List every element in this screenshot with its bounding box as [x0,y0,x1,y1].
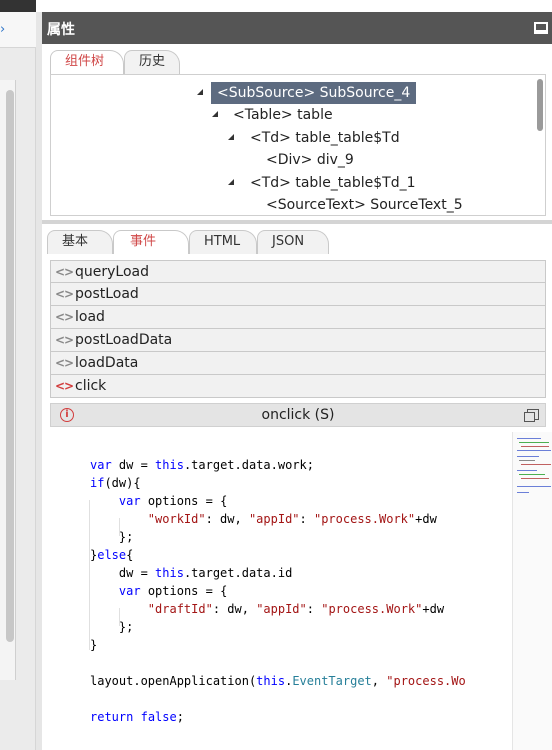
event-row-queryload[interactable]: <> queryLoad [50,260,546,283]
top-strip [0,0,36,12]
tab-html[interactable]: HTML [189,230,257,254]
event-list: <> queryLoad <> postLoad <> load <> post… [50,260,546,398]
event-label: load [75,309,105,325]
minimize-icon[interactable] [534,22,548,34]
minimap-line [517,456,539,457]
code-brackets-icon: <> [55,310,74,324]
tab-basic[interactable]: 基本 [47,230,113,254]
background-toolbar: › [0,12,36,48]
panel-header: 属性 [42,12,552,44]
code-line: } [90,638,98,652]
minimap-line [521,464,551,465]
tree-node-div[interactable]: <Div> div_9 [266,149,354,171]
tree-node-td-1[interactable]: <Td> table_table$Td_1 [250,172,416,194]
code-line: var options = { [118,494,228,508]
event-row-click[interactable]: <> click [50,375,546,398]
tree-node-td[interactable]: <Td> table_table$Td [250,127,400,149]
minimap-line [519,442,549,443]
minimap-line [517,450,551,451]
code-brackets-icon: <> [55,287,74,301]
tab-component-tree[interactable]: 组件树 [50,50,124,74]
event-row-load[interactable]: <> load [50,306,546,329]
code-minimap[interactable] [512,432,552,750]
code-line: var dw = this.target.data.work; [90,458,314,472]
code-brackets-icon: <> [55,356,74,370]
component-tree: <SubSource> SubSource_4 <Table> table <T… [50,74,546,216]
tree-scrollbar[interactable] [537,79,543,131]
code-line: if(dw){ [90,476,141,490]
minimap-line [517,438,541,439]
event-label: postLoad [75,286,139,302]
tree-node-table[interactable]: <Table> table [233,104,333,126]
event-row-loaddata[interactable]: <> loadData [50,352,546,375]
property-panel: 属性 组件树 历史 <SubSource> SubSource_4 <Table… [36,12,552,750]
expand-triangle-icon[interactable] [212,111,218,117]
code-brackets-icon: <> [55,379,74,393]
tree-node-subsource[interactable]: <SubSource> SubSource_4 [211,82,417,104]
event-label: postLoadData [75,332,173,348]
code-line: "workId": dw, "appId": "process.Work"+dw [147,512,437,526]
minimap-line [517,470,537,471]
minimap-line [521,446,549,447]
tab-history[interactable]: 历史 [124,50,180,74]
code-line: }; [90,620,134,634]
panel-title: 属性 [47,22,75,38]
expand-triangle-icon[interactable] [228,179,234,185]
event-label: loadData [75,355,139,371]
code-brackets-icon: <> [55,333,74,347]
code-line: layout.openApplication(this.EventTarget,… [90,674,466,688]
minimap-line [517,486,551,487]
event-row-postloaddata[interactable]: <> postLoadData [50,329,546,352]
minimap-line [517,492,529,493]
code-line: return false; [90,710,184,724]
code-editor[interactable]: var dw = this.target.data.work; if(dw){ … [56,432,510,750]
tab-json[interactable]: JSON [257,230,329,254]
chevron-icon[interactable]: › [0,22,5,37]
event-label: queryLoad [75,264,149,280]
expand-triangle-icon[interactable] [197,89,203,95]
editor-header: i onclick (S) [50,403,546,427]
minimap-line [521,478,549,479]
maximize-icon[interactable] [524,409,539,422]
code-line: }else{ [90,548,134,562]
tab-events[interactable]: 事件 [113,230,189,254]
code-brackets-icon: <> [55,265,74,279]
editor-title: onclick (S) [261,407,335,423]
expand-triangle-icon[interactable] [228,134,234,140]
background-page: › [0,0,36,750]
code-line: "draftId": dw, "appId": "process.Work"+d… [147,602,445,616]
event-row-postload[interactable]: <> postLoad [50,283,546,306]
panel-divider[interactable] [42,220,552,224]
minimap-line [519,474,545,475]
code-line: }; [90,530,134,544]
code-line: var options = { [118,584,228,598]
tree-node-sourcetext[interactable]: <SourceText> SourceText_5 [266,194,463,215]
event-label: click [75,378,107,394]
minimap-line [519,460,535,461]
code-line: dw = this.target.data.id [90,566,293,580]
background-scrollbar[interactable] [6,90,14,642]
